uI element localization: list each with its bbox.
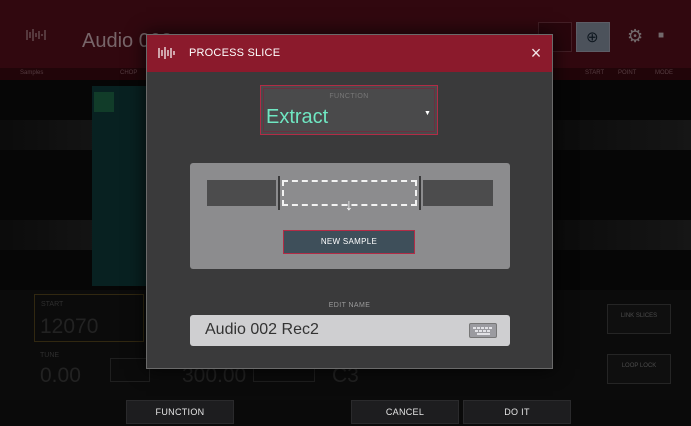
dialog-header: PROCESS SLICE × bbox=[147, 35, 552, 72]
edit-name-field[interactable]: Audio 002 Rec2 bbox=[190, 315, 510, 346]
keyboard-icon[interactable] bbox=[469, 323, 497, 338]
do-it-button[interactable]: DO IT bbox=[463, 400, 571, 424]
edit-name-label: EDIT NAME bbox=[328, 302, 371, 309]
function-select[interactable]: FUNCTION Extract ▼ bbox=[260, 85, 438, 135]
waveform-icon bbox=[158, 46, 176, 60]
function-value: Extract bbox=[266, 106, 329, 128]
down-arrow-icon: ↓ bbox=[345, 197, 353, 214]
dropdown-caret-icon: ▼ bbox=[424, 110, 431, 117]
cancel-button[interactable]: CANCEL bbox=[351, 400, 459, 424]
extract-diagram: ↓ NEW SAMPLE bbox=[190, 163, 510, 269]
close-icon[interactable]: × bbox=[525, 42, 547, 64]
diagram-right-segment bbox=[423, 180, 493, 206]
function-bar bbox=[0, 400, 691, 426]
function-button[interactable]: FUNCTION bbox=[126, 400, 234, 424]
process-slice-dialog: PROCESS SLICE × FUNCTION Extract ▼ ↓ NEW… bbox=[146, 34, 553, 369]
new-sample-target: NEW SAMPLE bbox=[283, 230, 415, 254]
dialog-title: PROCESS SLICE bbox=[189, 47, 281, 59]
diagram-divider-left bbox=[278, 176, 280, 210]
function-label: FUNCTION bbox=[329, 93, 369, 100]
edit-name-value: Audio 002 Rec2 bbox=[205, 321, 319, 338]
diagram-left-segment bbox=[207, 180, 276, 206]
diagram-divider-right bbox=[419, 176, 421, 210]
